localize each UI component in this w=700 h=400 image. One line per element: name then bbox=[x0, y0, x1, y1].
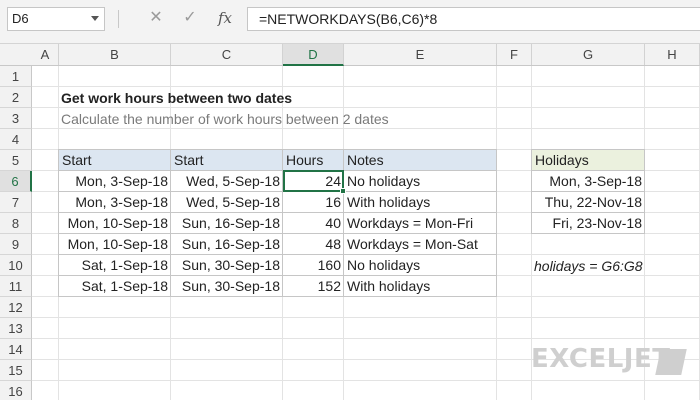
holiday-date-cell[interactable]: Thu, 22-Nov-18 bbox=[532, 192, 645, 213]
row-header-12[interactable]: 12 bbox=[0, 297, 32, 318]
hours-cell[interactable]: 160 bbox=[283, 255, 344, 276]
table-header-hours[interactable]: Hours bbox=[283, 150, 344, 171]
active-cell-outline bbox=[283, 170, 346, 194]
table-border bbox=[59, 296, 497, 297]
row-header-15[interactable]: 15 bbox=[0, 360, 32, 381]
name-box[interactable]: D6 bbox=[7, 7, 105, 31]
start-date-cell[interactable]: Sat, 1-Sep-18 bbox=[59, 255, 171, 276]
table-border bbox=[644, 149, 645, 234]
table-border bbox=[532, 233, 645, 234]
table-border bbox=[59, 212, 497, 213]
sheet-title[interactable]: Get work hours between two dates bbox=[61, 88, 292, 109]
exceljet-logo: EXCELJET bbox=[531, 344, 671, 374]
row-header-9[interactable]: 9 bbox=[0, 234, 32, 255]
row-header-2[interactable]: 2 bbox=[0, 87, 32, 108]
end-date-cell[interactable]: Sun, 30-Sep-18 bbox=[171, 255, 283, 276]
table-border bbox=[532, 212, 645, 213]
fill-handle[interactable] bbox=[340, 188, 346, 194]
end-date-cell[interactable]: Sun, 16-Sep-18 bbox=[171, 234, 283, 255]
row-gridline bbox=[32, 380, 700, 381]
table-border bbox=[532, 170, 645, 171]
column-header-h[interactable]: H bbox=[645, 44, 700, 65]
notes-cell[interactable]: With holidays bbox=[344, 276, 497, 297]
formula-bar: D6 ✕ ✓ fx =NETWORKDAYS(B6,C6)*8 bbox=[0, 0, 700, 44]
table-border bbox=[59, 170, 497, 171]
row-header-6[interactable]: 6 bbox=[0, 171, 32, 192]
column-header-e[interactable]: E bbox=[344, 44, 497, 65]
start-date-cell[interactable]: Mon, 3-Sep-18 bbox=[59, 171, 171, 192]
hours-cell[interactable]: 48 bbox=[283, 234, 344, 255]
enter-icon[interactable]: ✓ bbox=[181, 8, 199, 28]
formula-bar-divider bbox=[118, 10, 119, 28]
row-header-14[interactable]: 14 bbox=[0, 339, 32, 360]
row-header-1[interactable]: 1 bbox=[0, 66, 32, 87]
notes-cell[interactable]: With holidays bbox=[344, 192, 497, 213]
table-border bbox=[532, 149, 645, 150]
hours-cell[interactable]: 40 bbox=[283, 213, 344, 234]
formula-input[interactable]: =NETWORKDAYS(B6,C6)*8 bbox=[247, 7, 700, 31]
start-date-cell[interactable]: Mon, 10-Sep-18 bbox=[59, 213, 171, 234]
exceljet-logo-icon bbox=[655, 349, 687, 375]
end-date-cell[interactable]: Wed, 5-Sep-18 bbox=[171, 192, 283, 213]
column-header-a[interactable]: A bbox=[32, 44, 59, 65]
table-border bbox=[59, 233, 497, 234]
row-header-13[interactable]: 13 bbox=[0, 318, 32, 339]
column-header-g[interactable]: G bbox=[532, 44, 645, 65]
row-header-10[interactable]: 10 bbox=[0, 255, 32, 276]
column-header-b[interactable]: B bbox=[59, 44, 171, 65]
cancel-icon[interactable]: ✕ bbox=[147, 8, 165, 28]
row-gridline bbox=[32, 86, 700, 87]
name-box-value: D6 bbox=[12, 11, 29, 26]
table-header-notes[interactable]: Notes bbox=[344, 150, 497, 171]
notes-cell[interactable]: Workdays = Mon-Fri bbox=[344, 213, 497, 234]
row-header-3[interactable]: 3 bbox=[0, 108, 32, 129]
row-gridline bbox=[32, 338, 700, 339]
holiday-date-cell[interactable]: Fri, 23-Nov-18 bbox=[532, 213, 645, 234]
row-header-5[interactable]: 5 bbox=[0, 150, 32, 171]
table-border bbox=[59, 191, 497, 192]
table-border bbox=[59, 254, 497, 255]
holidays-header[interactable]: Holidays bbox=[532, 150, 645, 171]
table-header-start[interactable]: Start bbox=[59, 150, 171, 171]
row-header-11[interactable]: 11 bbox=[0, 276, 32, 297]
start-date-cell[interactable]: Mon, 10-Sep-18 bbox=[59, 234, 171, 255]
column-header-c[interactable]: C bbox=[171, 44, 283, 65]
start-date-cell[interactable]: Sat, 1-Sep-18 bbox=[59, 276, 171, 297]
table-border bbox=[59, 149, 497, 150]
row-header-8[interactable]: 8 bbox=[0, 213, 32, 234]
notes-cell[interactable]: Workdays = Mon-Sat bbox=[344, 234, 497, 255]
sheet-subtitle[interactable]: Calculate the number of work hours betwe… bbox=[61, 109, 389, 130]
table-border bbox=[532, 191, 645, 192]
end-date-cell[interactable]: Sun, 30-Sep-18 bbox=[171, 276, 283, 297]
table-border bbox=[59, 275, 497, 276]
hours-cell[interactable]: 152 bbox=[283, 276, 344, 297]
start-date-cell[interactable]: Mon, 3-Sep-18 bbox=[59, 192, 171, 213]
table-border bbox=[58, 149, 59, 297]
row-gridline bbox=[32, 317, 700, 318]
column-header-f[interactable]: F bbox=[497, 44, 532, 65]
row-header-4[interactable]: 4 bbox=[0, 129, 32, 150]
column-header-d[interactable]: D bbox=[283, 44, 344, 66]
end-date-cell[interactable]: Sun, 16-Sep-18 bbox=[171, 213, 283, 234]
insert-function-icon[interactable]: fx bbox=[216, 8, 234, 28]
row-header-16[interactable]: 16 bbox=[0, 381, 32, 400]
chevron-down-icon[interactable] bbox=[91, 16, 99, 21]
notes-cell[interactable]: No holidays bbox=[344, 255, 497, 276]
table-border bbox=[170, 149, 171, 297]
end-date-cell[interactable]: Wed, 5-Sep-18 bbox=[171, 171, 283, 192]
table-border bbox=[496, 149, 497, 297]
named-range-note[interactable]: holidays = G6:G8 bbox=[534, 256, 643, 277]
row-header-7[interactable]: 7 bbox=[0, 192, 32, 213]
table-header-start-2[interactable]: Start bbox=[171, 150, 283, 171]
hours-cell[interactable]: 16 bbox=[283, 192, 344, 213]
notes-cell[interactable]: No holidays bbox=[344, 171, 497, 192]
holiday-date-cell[interactable]: Mon, 3-Sep-18 bbox=[532, 171, 645, 192]
table-border bbox=[531, 149, 532, 234]
